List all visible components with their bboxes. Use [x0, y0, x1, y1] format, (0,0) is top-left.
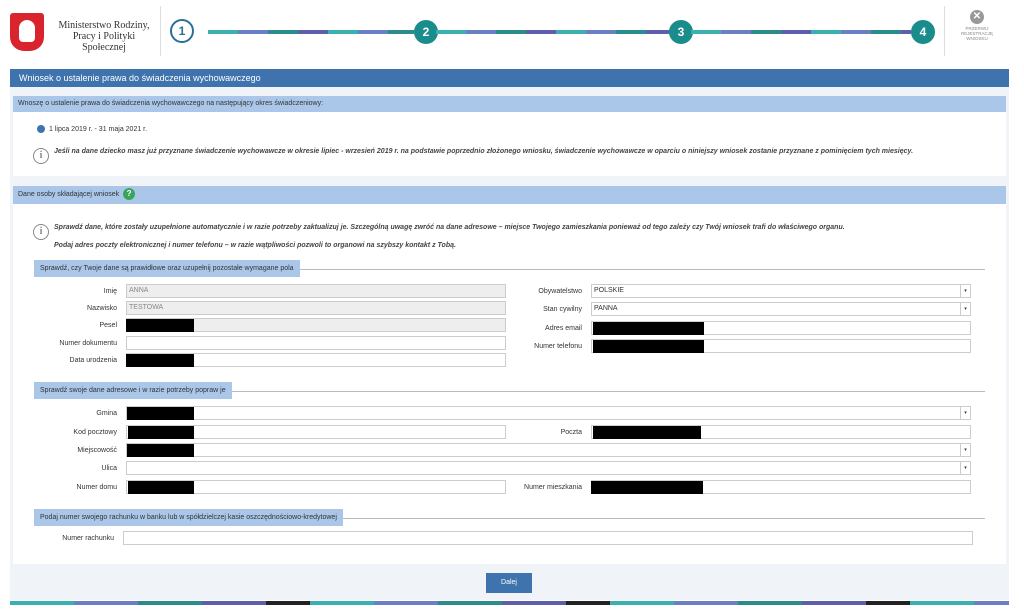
applicant-section-header: Dane osoby składającej wniosek ? — [13, 186, 1006, 204]
redacted-postal-code — [128, 426, 194, 439]
citizenship-value: POLSKIE — [594, 287, 624, 294]
page-title: Wniosek o ustalenie prawa do świadczenia… — [10, 69, 1009, 87]
footer-decoration-bar — [10, 601, 1009, 605]
cancel-registration-button[interactable]: ✕ PRZERWIJ REJESTRACJĘ WNIOSKU — [952, 10, 1002, 41]
info-icon: i — [33, 224, 49, 240]
phone-label: Numer telefonu — [534, 343, 582, 350]
eagle-emblem-icon — [10, 13, 44, 51]
postal-code-label: Kod pocztowy — [73, 429, 117, 436]
pesel-label: Pesel — [99, 322, 117, 329]
next-button[interactable]: Dalej — [486, 573, 532, 593]
citizenship-label: Obywatelstwo — [538, 288, 582, 295]
street-select[interactable]: ▾ — [126, 461, 971, 475]
post-office-label: Poczta — [560, 429, 582, 436]
marital-status-value: PANNA — [594, 305, 618, 312]
radio-selected-icon[interactable] — [37, 125, 45, 133]
applicant-heading: Dane osoby składającej wniosek — [18, 191, 120, 198]
account-number-label: Numer rachunku — [62, 535, 114, 542]
cancel-divider — [944, 6, 945, 56]
account-number-field[interactable] — [123, 531, 973, 545]
personal-data-tab: Sprawdź, czy Twoje dane są prawidłowe or… — [34, 260, 300, 277]
address-tab: Sprawdź swoje dane adresowe i w razie po… — [34, 382, 232, 399]
gmina-label: Gmina — [96, 410, 117, 417]
redacted-locality — [127, 444, 194, 457]
redacted-pesel — [126, 319, 194, 332]
chevron-down-icon[interactable]: ▾ — [960, 285, 970, 297]
locality-label: Miejscowość — [77, 447, 117, 454]
marital-status-label: Stan cywilny — [543, 306, 582, 313]
cancel-text-3: WNIOSKU — [966, 36, 988, 41]
step-3: 3 — [669, 20, 693, 44]
help-icon[interactable]: ? — [123, 188, 136, 201]
progress-bar-2 — [436, 30, 670, 34]
bank-account-tab: Podaj numer swojego rachunku w banku lub… — [34, 509, 343, 526]
ministry-name: Ministerstwo Rodziny, Pracy i Polityki S… — [52, 20, 156, 53]
ministry-line1: Ministerstwo Rodziny, — [58, 20, 150, 31]
last-name-label: Nazwisko — [87, 305, 117, 312]
street-label: Ulica — [101, 465, 117, 472]
apartment-number-label: Numer mieszkania — [524, 484, 582, 491]
chevron-down-icon[interactable]: ▾ — [960, 407, 970, 419]
birth-date-label: Data urodzenia — [69, 357, 117, 364]
redacted-birth-date — [126, 354, 194, 367]
step-2: 2 — [414, 20, 438, 44]
header: Ministerstwo Rodziny, Pracy i Polityki S… — [0, 0, 1024, 62]
ministry-line2: Pracy i Polityki Społecznej — [72, 31, 136, 53]
first-name-field[interactable]: ANNA — [126, 284, 506, 298]
email-label: Adres email — [545, 325, 582, 332]
applicant-info-text-1: Sprawdź dane, które zostały uzupełnione … — [54, 224, 845, 231]
period-info-text: Jeśli na dane dziecko masz już przyznane… — [54, 148, 914, 155]
info-icon: i — [33, 148, 49, 164]
chevron-down-icon[interactable]: ▾ — [960, 444, 970, 456]
chevron-down-icon[interactable]: ▾ — [960, 303, 970, 315]
locality-select[interactable]: ▾ — [126, 443, 971, 457]
ministry-logo[interactable]: Ministerstwo Rodziny, Pracy i Polityki S… — [10, 10, 160, 54]
logo-divider — [160, 6, 161, 56]
applicant-info-text-2: Podaj adres poczty elektronicznej i nume… — [54, 242, 456, 249]
chevron-down-icon[interactable]: ▾ — [960, 462, 970, 474]
citizenship-select[interactable]: POLSKIE ▾ — [591, 284, 971, 298]
progress-bar-3 — [691, 30, 911, 34]
redacted-phone — [593, 340, 704, 353]
redacted-apartment-number — [591, 481, 703, 494]
period-option-label: 1 lipca 2019 r. - 31 maja 2021 r. — [49, 125, 148, 133]
marital-status-select[interactable]: PANNA ▾ — [591, 302, 971, 316]
redacted-post-office — [593, 426, 701, 439]
document-number-label: Numer dokumentu — [59, 340, 117, 347]
step-4: 4 — [911, 20, 935, 44]
last-name-field[interactable]: TESTOWA — [126, 301, 506, 315]
house-number-label: Numer domu — [76, 484, 117, 491]
period-option[interactable]: 1 lipca 2019 r. - 31 maja 2021 r. — [37, 125, 147, 133]
period-section-body — [13, 112, 1006, 176]
document-number-field[interactable] — [126, 336, 506, 350]
step-1: 1 — [170, 19, 194, 43]
progress-bar-1 — [208, 30, 414, 34]
redacted-house-number — [128, 481, 194, 494]
period-section-header: Wnoszę o ustalenie prawa do świadczenia … — [13, 96, 1006, 112]
first-name-label: Imię — [103, 288, 117, 295]
gmina-select[interactable]: ▾ — [126, 406, 971, 420]
redacted-email — [593, 322, 704, 335]
redacted-gmina — [127, 407, 194, 420]
close-icon: ✕ — [970, 10, 984, 24]
